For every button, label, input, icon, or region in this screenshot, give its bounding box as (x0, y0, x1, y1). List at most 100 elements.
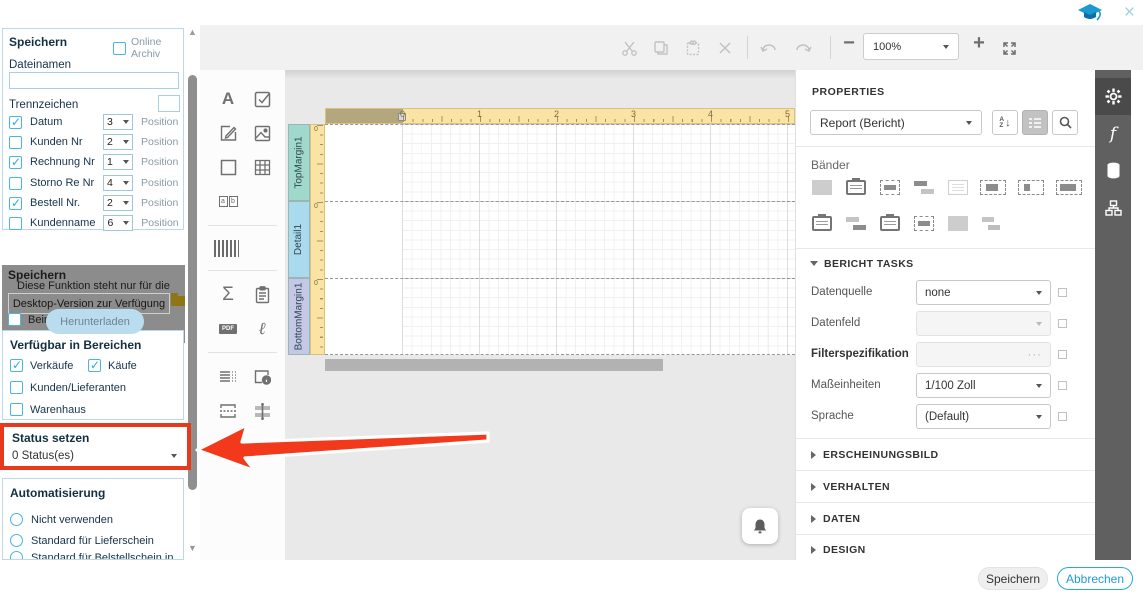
cancel-button[interactable]: Abbrechen (1057, 567, 1133, 590)
prop-marker[interactable] (1058, 381, 1067, 390)
band-tab-bottommargin[interactable]: BottomMargin1 (288, 278, 310, 355)
stornorenr-checkbox[interactable] (9, 177, 22, 190)
warenhaus-row[interactable]: Warenhaus (10, 403, 86, 416)
zoom-out-icon[interactable]: − (840, 34, 858, 52)
sprache-dropdown[interactable]: (Default) (916, 404, 1051, 429)
richtext-control-icon[interactable] (213, 118, 243, 148)
kundennr-checkbox[interactable] (9, 136, 22, 149)
picture-control-icon[interactable] (247, 118, 277, 148)
table-control-icon[interactable] (247, 152, 277, 182)
notifications-button[interactable] (742, 508, 778, 544)
undo-icon[interactable] (760, 39, 778, 57)
panel-control-icon[interactable] (213, 152, 243, 182)
masseinheiten-dropdown[interactable]: 1/100 Zoll (916, 373, 1051, 398)
ruler-margin-segment[interactable] (326, 109, 403, 123)
kunden-lieferanten-row[interactable]: Kunden/Lieferanten (10, 381, 126, 394)
band-icon[interactable] (914, 180, 934, 195)
beim-speichern-checkbox[interactable] (8, 313, 21, 326)
signature-icon[interactable]: ℓ (247, 314, 277, 344)
scroll-down-icon[interactable]: ▼ (188, 543, 197, 553)
rechnungnr-position-dropdown[interactable]: 1 (103, 154, 133, 170)
kaeufe-checkbox[interactable] (88, 359, 101, 372)
scroll-up-icon[interactable]: ▲ (188, 27, 197, 37)
section-daten[interactable]: DATEN (796, 502, 1096, 534)
trennzeichen-input[interactable] (158, 95, 180, 112)
kaeufe-row[interactable]: Käufe (88, 359, 137, 372)
zoom-dropdown[interactable]: 100% (863, 33, 959, 60)
kundenname-position-dropdown[interactable]: 6 (103, 215, 133, 231)
band-icon[interactable] (880, 180, 900, 195)
prop-marker[interactable] (1058, 350, 1067, 359)
datum-checkbox[interactable] (9, 116, 22, 129)
bestellnr-checkbox[interactable] (9, 197, 22, 210)
datenquelle-dropdown[interactable]: none (916, 280, 1051, 305)
status-dropdown[interactable]: 0 Status(es) (12, 450, 177, 462)
filter-editor-field[interactable]: ··· (916, 342, 1051, 367)
section-verhalten[interactable]: VERHALTEN (796, 470, 1096, 502)
label-control-icon[interactable]: A (213, 84, 243, 114)
band-icon[interactable] (948, 216, 968, 231)
radio-icon[interactable] (10, 513, 23, 526)
band-boundary[interactable] (325, 278, 795, 279)
report-explorer-rail-button[interactable] (1095, 189, 1131, 226)
band-icon[interactable] (948, 180, 968, 195)
kundenname-checkbox[interactable] (9, 217, 22, 230)
band-boundary[interactable] (325, 124, 795, 125)
category-view-button[interactable] (1022, 110, 1048, 135)
bestellnr-position-dropdown[interactable]: 2 (103, 195, 133, 211)
band-boundary[interactable] (325, 201, 795, 202)
bericht-tasks-header[interactable]: BERICHT TASKS (810, 258, 914, 270)
band-icon[interactable] (982, 216, 1002, 231)
character-comb-control-icon[interactable]: ab (213, 186, 243, 216)
delete-icon[interactable] (716, 39, 734, 57)
band-boundary[interactable] (325, 354, 795, 355)
properties-rail-button[interactable] (1095, 78, 1131, 115)
online-archiv-row[interactable]: Online Archiv (113, 36, 183, 60)
warenhaus-checkbox[interactable] (10, 403, 23, 416)
verkaeufe-row[interactable]: Verkäufe (10, 359, 73, 372)
band-icon[interactable] (1056, 180, 1082, 195)
verkaeufe-checkbox[interactable] (10, 359, 23, 372)
online-archiv-checkbox[interactable] (113, 42, 126, 55)
dateinamen-input[interactable] (9, 72, 179, 89)
fullscreen-icon[interactable] (1000, 39, 1018, 57)
band-icon[interactable] (1018, 180, 1044, 195)
ellipsis-icon[interactable]: ··· (1028, 349, 1043, 361)
band-icon[interactable] (812, 180, 832, 195)
radio-icon[interactable] (10, 534, 23, 547)
datum-position-dropdown[interactable]: 3 (103, 114, 133, 130)
datasource-rail-button[interactable] (1095, 152, 1131, 189)
object-selector-dropdown[interactable]: Report (Bericht) (810, 110, 982, 135)
sort-alphabetical-button[interactable]: AZ ↓ (992, 110, 1018, 135)
save-button[interactable]: Speichern (978, 567, 1048, 590)
radio-bestellschein[interactable]: Standard für Belstellschein in (10, 551, 173, 560)
kunden-lieferanten-checkbox[interactable] (10, 381, 23, 394)
prop-marker[interactable] (1058, 288, 1067, 297)
band-icon[interactable] (914, 216, 934, 231)
barcode-control-icon[interactable] (211, 233, 241, 263)
band-tab-topmargin[interactable]: TopMargin1 (288, 124, 310, 201)
line-list-icon[interactable] (213, 362, 243, 392)
stornorenr-position-dropdown[interactable]: 4 (103, 175, 133, 191)
prop-marker[interactable] (1058, 319, 1067, 328)
rechnungnr-checkbox[interactable] (9, 156, 22, 169)
design-canvas[interactable]: 0 1 2 3 4 5 TopMargin1 Detail1 BottomMar… (285, 70, 795, 560)
section-erscheinungsbild[interactable]: ERSCHEINUNGSBILD (796, 438, 1096, 470)
band-icon[interactable] (846, 216, 866, 231)
band-icon[interactable] (846, 180, 866, 195)
sidebar-scrollbar[interactable]: ▲ ▼ (185, 25, 200, 560)
cut-icon[interactable] (620, 39, 638, 57)
band-icon[interactable] (880, 216, 900, 231)
search-button[interactable] (1052, 110, 1078, 135)
band-icon[interactable] (812, 216, 832, 231)
band-tab-detail[interactable]: Detail1 (288, 201, 310, 278)
radio-lieferschein[interactable]: Standard für Lieferschein (10, 534, 154, 547)
paste-icon[interactable] (684, 39, 702, 57)
kundennr-position-dropdown[interactable]: 2 (103, 134, 133, 150)
prop-marker[interactable] (1058, 412, 1067, 421)
herunterladen-balloon[interactable]: Herunterladen (46, 309, 144, 334)
expressions-rail-button[interactable]: f (1095, 115, 1131, 152)
redo-icon[interactable] (794, 39, 812, 57)
radio-icon[interactable] (10, 551, 23, 560)
report-page-surface[interactable] (325, 124, 795, 355)
